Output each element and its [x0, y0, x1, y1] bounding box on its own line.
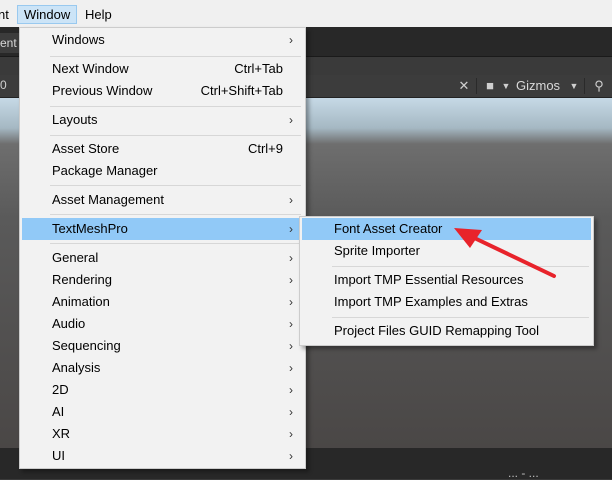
menu-bar: nt Window Help	[0, 0, 612, 27]
zoom-readout: 0	[0, 78, 7, 92]
menu-item-label: Layouts	[52, 112, 98, 127]
menu-separator	[50, 243, 301, 244]
chevron-right-icon: ›	[289, 405, 293, 419]
menu-item-label: Audio	[52, 316, 86, 331]
toolbar-divider	[476, 78, 477, 94]
menu-item-layouts[interactable]: Layouts ›	[22, 109, 303, 131]
chevron-right-icon: ›	[289, 317, 293, 331]
menu-item-label: UI	[52, 448, 65, 463]
menu-item-label: Sprite Importer	[334, 243, 420, 258]
tools-icon[interactable]: ✕	[455, 78, 473, 94]
menu-item-label: Asset Management	[52, 192, 165, 207]
menu-help[interactable]: Help	[81, 6, 116, 23]
menu-separator	[50, 214, 301, 215]
chevron-right-icon: ›	[289, 251, 293, 265]
chevron-right-icon: ›	[289, 339, 293, 353]
gizmos-dropdown-icon[interactable]: ▼	[565, 78, 583, 94]
menu-item-shortcut: Ctrl+9	[247, 141, 283, 156]
menu-item-label: Next Window	[52, 61, 129, 76]
chevron-right-icon: ›	[289, 449, 293, 463]
menu-item-analysis[interactable]: Analysis ›	[22, 357, 303, 379]
menu-item-windows[interactable]: Windows ›	[22, 29, 303, 51]
menu-separator	[50, 56, 301, 57]
menu-item-label: Font Asset Creator	[334, 221, 443, 236]
menu-item-label: TextMeshPro	[52, 221, 128, 236]
menu-item-label: Animation	[52, 294, 110, 309]
gizmos-button[interactable]: Gizmos	[513, 77, 563, 95]
menu-item-label: Import TMP Examples and Extras	[334, 294, 528, 309]
menu-item-label: AI	[52, 404, 65, 419]
menu-item-ai[interactable]: AI ›	[22, 401, 303, 423]
chevron-right-icon: ›	[289, 295, 293, 309]
menu-item-ui[interactable]: UI ›	[22, 445, 303, 467]
menu-item-guid-remapping-tool[interactable]: Project Files GUID Remapping Tool	[302, 320, 591, 342]
menu-item-asset-store[interactable]: Asset Store Ctrl+9	[22, 138, 303, 160]
menu-item-shortcut: Ctrl+Shift+Tab	[200, 83, 283, 98]
menu-item-label: Analysis	[52, 360, 101, 375]
menu-item-label: Sequencing	[52, 338, 121, 353]
menu-item-asset-management[interactable]: Asset Management ›	[22, 189, 303, 211]
menu-item-previous-window[interactable]: Previous Window Ctrl+Shift+Tab	[22, 80, 303, 102]
menu-item-sequencing[interactable]: Sequencing ›	[22, 335, 303, 357]
menu-item-label: 2D	[52, 382, 69, 397]
chevron-right-icon: ›	[289, 427, 293, 441]
menu-item-label: Asset Store	[52, 141, 120, 156]
menu-item-2d[interactable]: 2D ›	[22, 379, 303, 401]
menu-item-label: Windows	[52, 32, 105, 47]
chevron-right-icon: ›	[289, 383, 293, 397]
menu-item-next-window[interactable]: Next Window Ctrl+Tab	[22, 58, 303, 80]
menu-item-general[interactable]: General ›	[22, 247, 303, 269]
chevron-right-icon: ›	[289, 193, 293, 207]
menu-item-label: Rendering	[52, 272, 112, 287]
menu-separator	[332, 317, 589, 318]
menu-item-label: XR	[52, 426, 71, 441]
menu-edit-fragment[interactable]: nt	[0, 6, 13, 23]
chevron-right-icon: ›	[289, 113, 293, 127]
menu-item-label: Package Manager	[52, 163, 158, 178]
menu-separator	[50, 106, 301, 107]
search-icon[interactable]: ⚲	[590, 78, 608, 94]
menu-item-package-manager[interactable]: Package Manager	[22, 160, 303, 182]
menu-item-label: Previous Window	[52, 83, 153, 98]
menu-separator	[50, 135, 301, 136]
menu-item-animation[interactable]: Animation ›	[22, 291, 303, 313]
menu-window[interactable]: Window	[17, 5, 78, 24]
window-menu: Windows › Next Window Ctrl+Tab Previous …	[19, 27, 306, 469]
scene-tab-fragment[interactable]: ent	[0, 33, 20, 53]
menu-item-import-tmp-examples[interactable]: Import TMP Examples and Extras	[302, 291, 591, 313]
menu-item-shortcut: Ctrl+Tab	[234, 61, 283, 76]
chevron-right-icon: ›	[289, 33, 293, 47]
menu-separator	[50, 185, 301, 186]
chevron-right-icon: ›	[289, 222, 293, 236]
bottom-panel-text: ... - ...	[508, 466, 539, 480]
chevron-right-icon: ›	[289, 361, 293, 375]
menu-item-audio[interactable]: Audio ›	[22, 313, 303, 335]
annotation-arrow-icon	[454, 228, 556, 278]
menu-item-rendering[interactable]: Rendering ›	[22, 269, 303, 291]
menu-item-xr[interactable]: XR ›	[22, 423, 303, 445]
chevron-right-icon: ›	[289, 273, 293, 287]
menu-item-textmeshpro[interactable]: TextMeshPro ›	[22, 218, 303, 240]
menu-item-label: Project Files GUID Remapping Tool	[334, 323, 539, 338]
toolbar-divider	[584, 78, 585, 94]
menu-item-label: General	[52, 250, 99, 265]
